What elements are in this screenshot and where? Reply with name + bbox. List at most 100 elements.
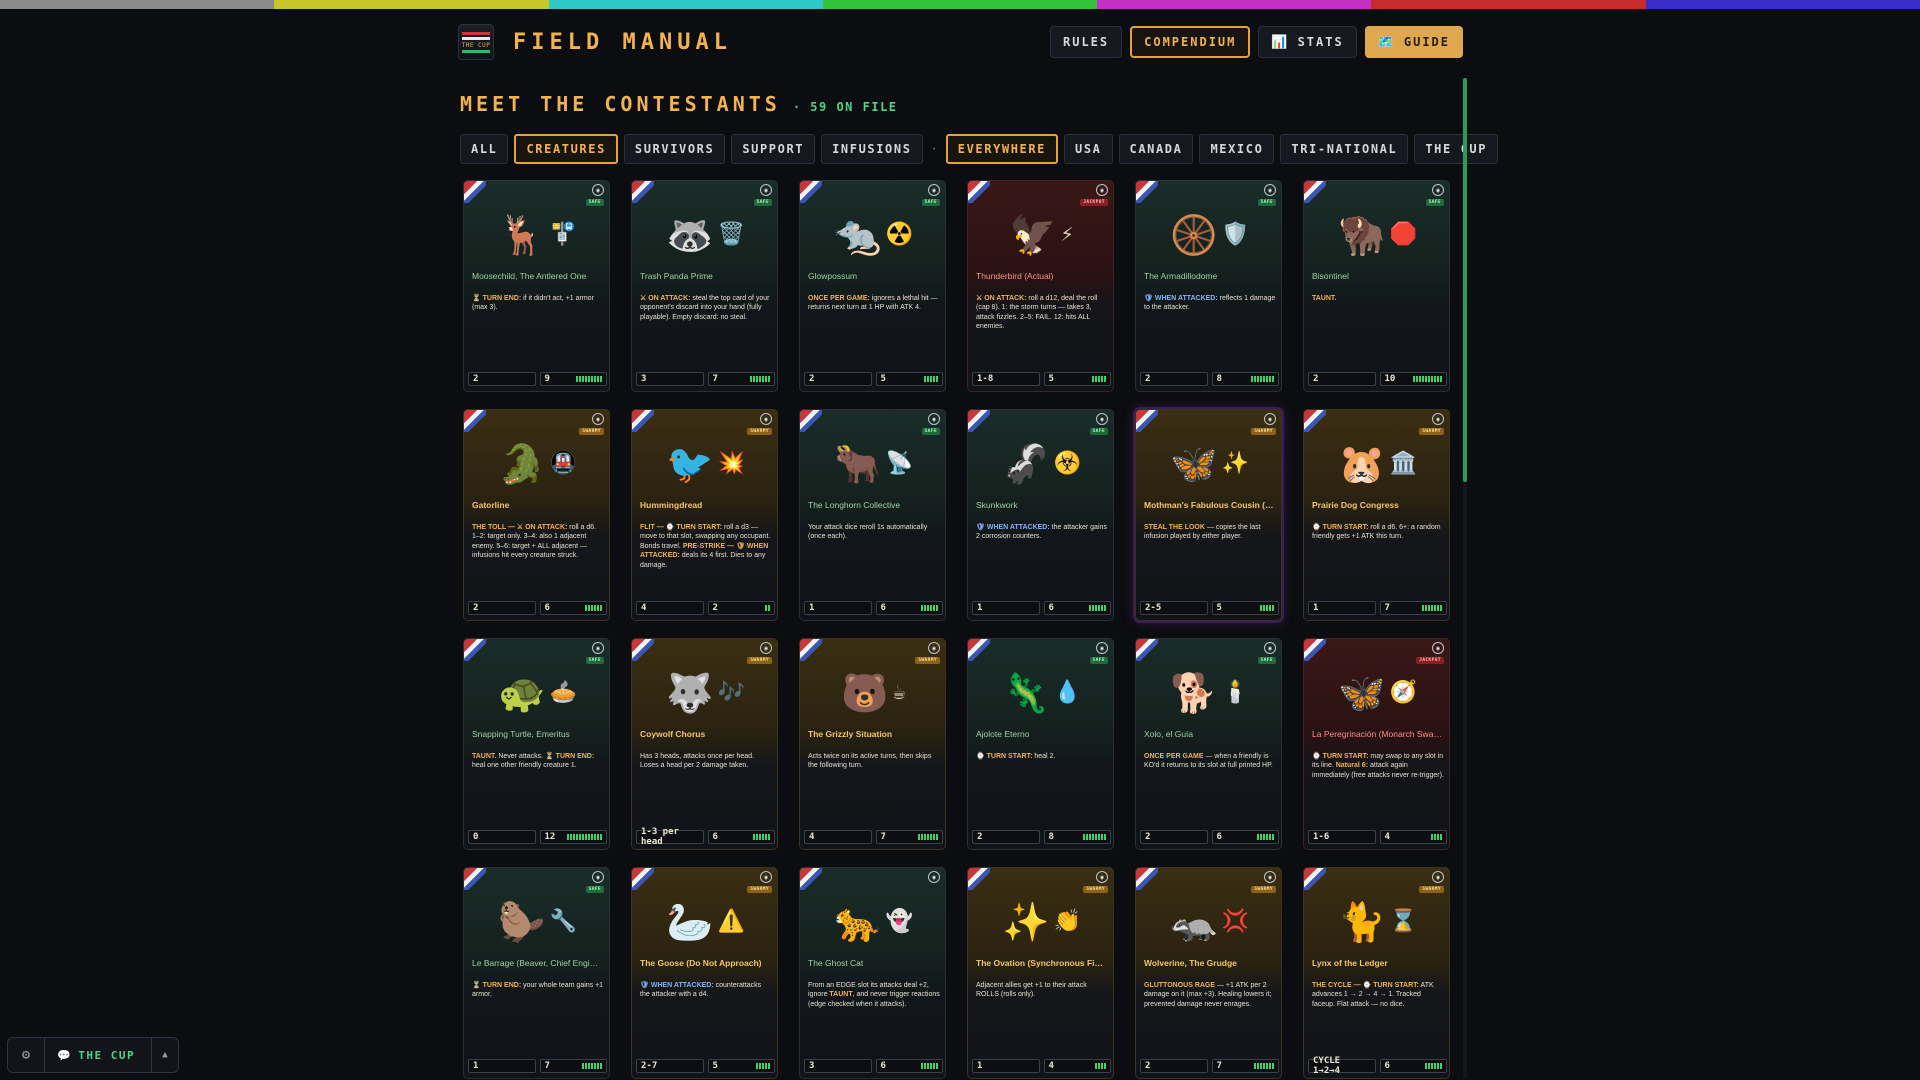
hp-pip: [1269, 1063, 1271, 1069]
gear-icon[interactable]: ⚙: [8, 1047, 44, 1063]
creature-card[interactable]: ◉ SAFE 🦎 💧 Ajolote Eterno ⌚ TURN START: heal …: [967, 638, 1114, 850]
creature-card[interactable]: ◉ SWARMY 🦡 💢 Wolverine, The Grudge GLUTTONOUS…: [1135, 867, 1282, 1079]
card-ability: GLUTTONOUS RAGE — +1 ATK per 2 damage on…: [1144, 981, 1276, 1009]
creature-icon: 🐢: [498, 671, 546, 715]
hp-pip: [1086, 834, 1088, 840]
hp-pip: [585, 834, 587, 840]
filter-infusions[interactable]: INFUSIONS: [821, 134, 923, 164]
creature-card[interactable]: ◉ SWARMY 🐻 ☕ The Grizzly Situation Acts twice…: [799, 638, 946, 850]
scrollbar-thumb[interactable]: [1463, 78, 1467, 482]
accessory-icon: ⚡: [1060, 222, 1074, 247]
hp-pip: [750, 376, 752, 382]
cup-sigil-icon: ◉: [760, 184, 772, 196]
card-ability: ⌚ TURN START: heal 2.: [976, 752, 1108, 761]
card-art: 🐦 💥: [632, 430, 777, 498]
hp-pip: [927, 605, 929, 611]
the-cup-button[interactable]: 💬 THE CUP: [44, 1038, 152, 1072]
hp-pip: [1431, 376, 1433, 382]
creature-icon: 🐈: [1338, 900, 1386, 944]
hp-bar: [753, 834, 770, 840]
hp-pip: [1104, 376, 1106, 382]
card-ability: STEAL THE LOOK — copies the last infusio…: [1144, 523, 1276, 542]
nav-rules-button[interactable]: RULES: [1050, 26, 1123, 58]
hp-value: 2: [712, 603, 718, 613]
creature-card[interactable]: ◉ 🐆 👻 The Ghost Cat From an EDGE slot its at…: [799, 867, 946, 1079]
creature-card[interactable]: ◉ SAFE 🐕 🕯️ Xolo, el Guía ONCE PER GAME — whe…: [1135, 638, 1282, 850]
creature-card[interactable]: ◉ SAFE 🐢 🥧 Snapping Turtle, Emeritus TAUNT. N…: [463, 638, 610, 850]
card-art: 🐻 ☕: [800, 659, 945, 727]
card-stats: 1-3 per head 6: [636, 827, 775, 847]
attack-value: 2: [977, 832, 983, 842]
hp-value: 6: [1216, 832, 1222, 842]
filter-support[interactable]: SUPPORT: [731, 134, 816, 164]
attack-stat: 4: [804, 830, 872, 844]
nav-stats-button[interactable]: 📊 STATS: [1258, 26, 1357, 58]
hp-stat: 6: [1379, 1059, 1447, 1073]
card-art: 🐈 ⌛: [1304, 888, 1449, 956]
filter-tri-national[interactable]: TRI-NATIONAL: [1280, 134, 1409, 164]
creature-card[interactable]: ◉ SWARMY 🐺 🎶 Coywolf Chorus Has 3 heads, atta…: [631, 638, 778, 850]
creature-card[interactable]: ◉ SAFE 🐂 📡 The Longhorn Collective Your attac…: [799, 409, 946, 621]
nav-compendium-button[interactable]: COMPENDIUM: [1130, 26, 1251, 58]
hp-pip: [582, 1063, 584, 1069]
attack-stat: 1: [468, 1059, 536, 1073]
hp-pip: [1260, 834, 1262, 840]
creature-card[interactable]: ◉ JACKPOT 🦅 ⚡ Thunderbird (Actual) ⚔ ON ATTAC…: [967, 180, 1114, 392]
creature-card[interactable]: ◉ SAFE 🦨 ☣️ Skunkwork 🛡 WHEN ATTACKED: the at…: [967, 409, 1114, 621]
creature-card[interactable]: ◉ SAFE 🦌 🚏 Moosechild, The Antlered One ⏳ TUR…: [463, 180, 610, 392]
ability-keyword: THE TOLL — ⚔ ON ATTACK:: [472, 524, 568, 531]
creature-card[interactable]: ◉ SWARMY 🐊 🚇 Gatorline THE TOLL — ⚔ ON ATTACK…: [463, 409, 610, 621]
creature-card[interactable]: ◉SWARMY🦋✨Mothman's Fabulous Cousin (No R…: [1135, 409, 1282, 621]
attack-stat: 2: [1140, 1059, 1208, 1073]
card-art: 🦨 ☣️: [968, 430, 1113, 498]
filter-all[interactable]: ALL: [460, 134, 509, 164]
hp-pip: [1257, 1063, 1259, 1069]
filter-creatures[interactable]: CREATURES: [514, 134, 618, 164]
hp-pip: [1419, 376, 1421, 382]
creature-card[interactable]: ◉ SAFE 🛞 🛡️ The Armadillodome 🛡 WHEN ATTACKED…: [1135, 180, 1282, 392]
hp-value: 7: [712, 374, 718, 384]
hp-bar: [921, 605, 938, 611]
card-name: Prairie Dog Congress: [1312, 500, 1399, 510]
logo-text: THE CUP: [461, 41, 491, 49]
creature-card[interactable]: ◉ SAFE 🦬 🛑 Bisontinel TAUNT. 2 10: [1303, 180, 1450, 392]
creature-card[interactable]: ◉ SAFE 🦫 🔧 Le Barrage (Beaver, Chief Enginee…: [463, 867, 610, 1079]
flag-corner: [1304, 181, 1326, 203]
card-art: 🦡 💢: [1136, 888, 1281, 956]
chevron-up-icon[interactable]: ▲: [152, 1050, 178, 1060]
filter-canada[interactable]: CANADA: [1118, 134, 1194, 164]
creature-card[interactable]: ◉ SWARMY 🐦 💥 Hummingdread FLIT — ⌚ TURN START…: [631, 409, 778, 621]
hp-pip: [591, 1063, 593, 1069]
card-stats: 47: [804, 830, 943, 844]
hp-pip: [768, 376, 770, 382]
creature-card[interactable]: ◉ SAFE 🐀 ☢️ Glowpossum ONCE PER GAME: ignores…: [799, 180, 946, 392]
creature-card[interactable]: ◉ SWARMY 🐹 🏛️ Prairie Dog Congress ⌚ TURN STA…: [1303, 409, 1450, 621]
cup-sigil-icon: ◉: [592, 642, 604, 654]
creature-card[interactable]: ◉ SAFE 🦝 🗑️ Trash Panda Prime ⚔ ON ATTACK: st…: [631, 180, 778, 392]
card-ability: TAUNT. Never attacks. ⏳ TURN END: heal o…: [472, 752, 604, 771]
nav-guide-button[interactable]: 🗺️ GUIDE: [1364, 26, 1463, 58]
hp-pip: [570, 834, 572, 840]
flag-corner: [1136, 410, 1158, 432]
filter-the-cup[interactable]: THE CUP: [1414, 134, 1499, 164]
card-name: The Armadillodome: [1144, 271, 1218, 281]
creature-icon: 🐆: [834, 900, 882, 944]
app-logo[interactable]: THE CUP: [458, 24, 494, 60]
attack-stat: 2: [468, 601, 536, 615]
ability-text: Your attack dice reroll 1s automatically…: [808, 524, 928, 541]
filter-survivors[interactable]: SURVIVORS: [623, 134, 726, 164]
hp-bar: [924, 376, 938, 382]
creature-card[interactable]: ◉ JACKPOT 🦋 🧭 La Peregrinación (Monarch Swar…: [1303, 638, 1450, 850]
hp-bar: [1092, 376, 1106, 382]
hp-pip: [924, 1063, 926, 1069]
accessory-icon: 🚇: [549, 451, 577, 476]
filter-everywhere[interactable]: EVERYWHERE: [945, 134, 1059, 164]
creature-card[interactable]: ◉SWARMY✨👏The Ovation (Synchronous Firefl…: [967, 867, 1114, 1079]
hp-pip: [753, 376, 755, 382]
filter-mexico[interactable]: MEXICO: [1199, 134, 1275, 164]
hp-pip: [936, 376, 938, 382]
creature-card[interactable]: ◉ SWARMY 🦢 ⚠️ The Goose (Do Not Approach) 🛡 W…: [631, 867, 778, 1079]
filter-usa[interactable]: USA: [1064, 134, 1113, 164]
creature-card[interactable]: ◉ SWARMY 🐈 ⌛ Lynx of the Ledger THE CYCLE — ⌚…: [1303, 867, 1450, 1079]
hp-pip: [1254, 1063, 1256, 1069]
